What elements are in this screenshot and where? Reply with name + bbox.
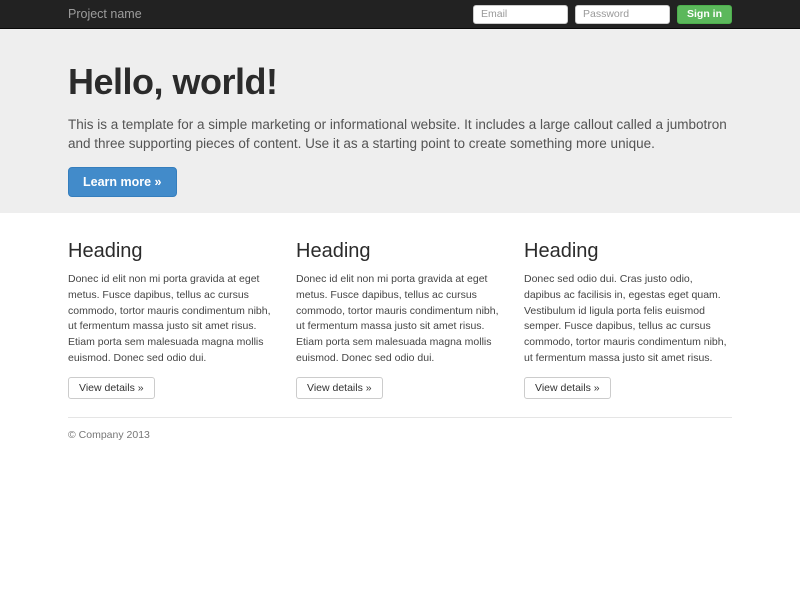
column-heading: Heading <box>524 240 599 262</box>
navbar: Project name Sign in <box>0 0 800 29</box>
column-heading: Heading <box>296 240 371 262</box>
column-text: Donec id elit non mi porta gravida at eg… <box>68 273 271 364</box>
password-field[interactable] <box>575 4 670 24</box>
email-field[interactable] <box>473 4 568 24</box>
content-column-2: Heading Donec id elit non mi porta gravi… <box>296 240 504 399</box>
view-details-button-3[interactable]: View details » <box>524 376 611 399</box>
content-column-3: Heading Donec sed odio dui. Cras justo o… <box>524 240 732 399</box>
footer-divider <box>68 416 732 418</box>
view-details-button-2[interactable]: View details » <box>296 376 383 399</box>
jumbotron: Hello, world! This is a template for a s… <box>0 29 800 213</box>
column-text: Donec sed odio dui. Cras justo odio, dap… <box>524 273 727 364</box>
view-details-button-1[interactable]: View details » <box>68 376 155 399</box>
content-column-1: Heading Donec id elit non mi porta gravi… <box>68 240 276 399</box>
page-title: Hello, world! <box>68 61 278 102</box>
learn-more-button[interactable]: Learn more » <box>68 167 177 198</box>
column-text: Donec id elit non mi porta gravida at eg… <box>296 273 499 364</box>
marketing-section: Heading Donec id elit non mi porta gravi… <box>53 213 747 441</box>
jumbotron-description: This is a template for a simple marketin… <box>68 117 727 152</box>
signin-form: Sign in <box>473 4 732 24</box>
column-heading: Heading <box>68 240 143 262</box>
sign-in-button[interactable]: Sign in <box>677 4 732 24</box>
navbar-brand[interactable]: Project name <box>68 7 142 21</box>
copyright-text: © Company 2013 <box>68 428 150 441</box>
footer: © Company 2013 <box>68 416 732 441</box>
